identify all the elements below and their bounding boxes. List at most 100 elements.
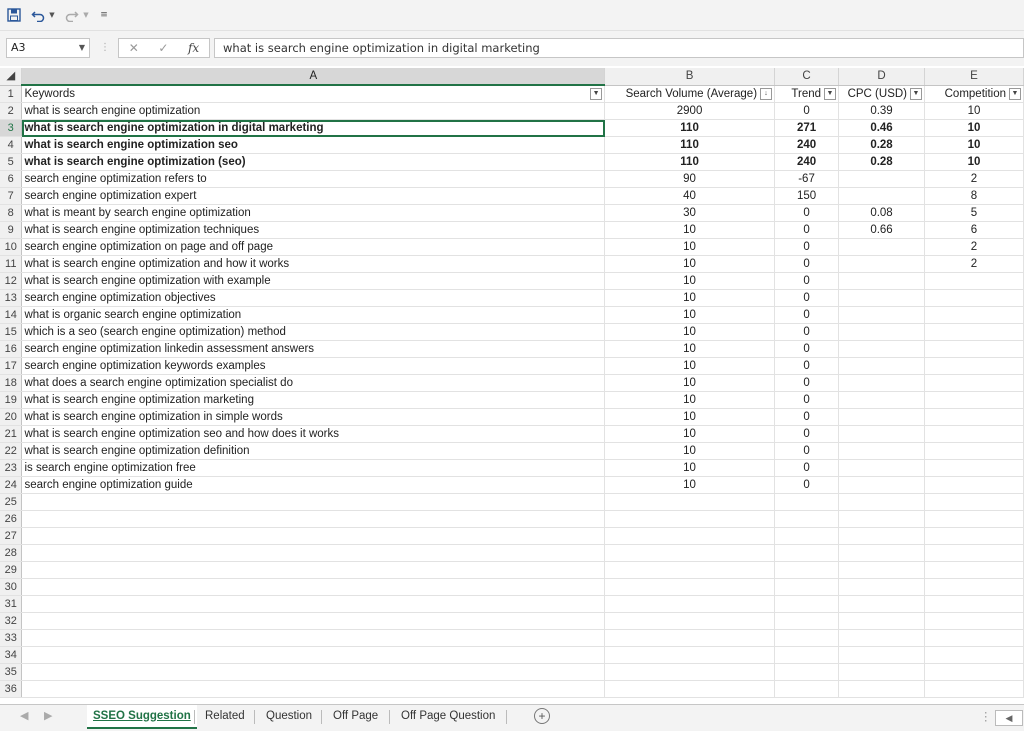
sheet-tab-sseo-suggestion[interactable]: SSEO Suggestion: [87, 705, 197, 729]
empty-cell[interactable]: [774, 544, 840, 562]
empty-cell[interactable]: [774, 578, 840, 596]
empty-cell[interactable]: [604, 578, 776, 596]
header-competition-cell[interactable]: Competition ▼: [924, 85, 1024, 103]
cpc-cell[interactable]: [838, 238, 925, 256]
trend-cell[interactable]: 0: [774, 425, 840, 443]
header-keywords-cell[interactable]: Keywords ▼: [21, 85, 606, 103]
empty-cell[interactable]: [838, 612, 925, 630]
trend-cell[interactable]: 0: [774, 459, 840, 477]
redo-dropdown-icon[interactable]: ▼: [82, 7, 90, 23]
search-volume-cell[interactable]: 10: [604, 408, 776, 426]
trend-cell[interactable]: 0: [774, 442, 840, 460]
sheet-tab-off-page-question[interactable]: Off Page Question: [395, 705, 501, 727]
keyword-cell[interactable]: search engine optimization on page and o…: [21, 238, 606, 256]
sheet-tab-related[interactable]: Related: [199, 705, 251, 727]
trend-cell[interactable]: 0: [774, 102, 840, 120]
keyword-cell[interactable]: which is a seo (search engine optimizati…: [21, 323, 606, 341]
empty-cell[interactable]: [924, 578, 1024, 596]
column-header-c[interactable]: C: [774, 68, 840, 86]
sort-descending-icon[interactable]: ↓: [760, 87, 773, 100]
cpc-cell[interactable]: [838, 357, 925, 375]
cpc-cell[interactable]: 0.28: [838, 136, 925, 154]
keyword-cell[interactable]: what is search engine optimization with …: [21, 272, 606, 290]
cpc-cell[interactable]: [838, 459, 925, 477]
empty-cell[interactable]: [604, 595, 776, 613]
row-header[interactable]: 10: [0, 238, 23, 256]
row-header[interactable]: 36: [0, 680, 23, 698]
empty-cell[interactable]: [21, 561, 606, 579]
empty-cell[interactable]: [838, 527, 925, 545]
row-header[interactable]: 3: [0, 119, 23, 137]
formula-input[interactable]: what is search engine optimization in di…: [214, 38, 1024, 58]
competition-cell[interactable]: 10: [924, 136, 1024, 154]
search-volume-cell[interactable]: 90: [604, 170, 776, 188]
empty-cell[interactable]: [924, 527, 1024, 545]
empty-cell[interactable]: [924, 663, 1024, 681]
cancel-icon[interactable]: ✕: [129, 41, 139, 55]
row-header[interactable]: 34: [0, 646, 23, 664]
empty-cell[interactable]: [774, 527, 840, 545]
competition-cell[interactable]: [924, 425, 1024, 443]
trend-cell[interactable]: 0: [774, 340, 840, 358]
cpc-cell[interactable]: 0.28: [838, 153, 925, 171]
row-header[interactable]: 19: [0, 391, 23, 409]
competition-cell[interactable]: [924, 408, 1024, 426]
competition-cell[interactable]: [924, 391, 1024, 409]
cpc-cell[interactable]: [838, 408, 925, 426]
trend-cell[interactable]: 0: [774, 476, 840, 494]
keyword-cell[interactable]: search engine optimization keywords exam…: [21, 357, 606, 375]
empty-cell[interactable]: [924, 646, 1024, 664]
empty-cell[interactable]: [21, 646, 606, 664]
empty-cell[interactable]: [21, 493, 606, 511]
empty-cell[interactable]: [838, 646, 925, 664]
search-volume-cell[interactable]: 10: [604, 357, 776, 375]
save-icon[interactable]: [6, 7, 22, 23]
row-header[interactable]: 14: [0, 306, 23, 324]
trend-cell[interactable]: 240: [774, 136, 840, 154]
trend-cell[interactable]: 0: [774, 272, 840, 290]
row-header[interactable]: 9: [0, 221, 23, 239]
competition-cell[interactable]: 2: [924, 170, 1024, 188]
empty-cell[interactable]: [774, 612, 840, 630]
trend-cell[interactable]: 0: [774, 408, 840, 426]
cpc-cell[interactable]: [838, 442, 925, 460]
row-header[interactable]: 5: [0, 153, 23, 171]
row-header[interactable]: 4: [0, 136, 23, 154]
filter-dropdown-icon[interactable]: ▼: [1009, 87, 1021, 100]
row-header[interactable]: 13: [0, 289, 23, 307]
cpc-cell[interactable]: [838, 170, 925, 188]
keyword-cell[interactable]: what is search engine optimization and h…: [21, 255, 606, 273]
trend-cell[interactable]: 0: [774, 374, 840, 392]
cpc-cell[interactable]: 0.39: [838, 102, 925, 120]
competition-cell[interactable]: [924, 476, 1024, 494]
sheet-tab-off-page[interactable]: Off Page: [327, 705, 384, 727]
trend-cell[interactable]: 0: [774, 289, 840, 307]
row-header[interactable]: 29: [0, 561, 23, 579]
empty-cell[interactable]: [21, 663, 606, 681]
cpc-cell[interactable]: 0.66: [838, 221, 925, 239]
row-header[interactable]: 6: [0, 170, 23, 188]
row-header[interactable]: 32: [0, 612, 23, 630]
keyword-cell[interactable]: what is search engine optimization in si…: [21, 408, 606, 426]
row-header[interactable]: 22: [0, 442, 23, 460]
keyword-cell[interactable]: what is search engine optimization defin…: [21, 442, 606, 460]
undo-dropdown-icon[interactable]: ▼: [48, 7, 56, 23]
search-volume-cell[interactable]: 10: [604, 221, 776, 239]
keyword-cell[interactable]: search engine optimization objectives: [21, 289, 606, 307]
cpc-cell[interactable]: [838, 340, 925, 358]
search-volume-cell[interactable]: 10: [604, 272, 776, 290]
empty-cell[interactable]: [604, 493, 776, 511]
cpc-cell[interactable]: [838, 323, 925, 341]
empty-cell[interactable]: [774, 629, 840, 647]
search-volume-cell[interactable]: 10: [604, 425, 776, 443]
enter-icon[interactable]: ✓: [158, 41, 168, 55]
empty-cell[interactable]: [774, 646, 840, 664]
empty-cell[interactable]: [21, 680, 606, 698]
keyword-cell[interactable]: what does a search engine optimization s…: [21, 374, 606, 392]
column-header-d[interactable]: D: [838, 68, 925, 86]
insert-function-icon[interactable]: fx: [188, 41, 199, 55]
empty-cell[interactable]: [604, 663, 776, 681]
row-header[interactable]: 27: [0, 527, 23, 545]
empty-cell[interactable]: [774, 663, 840, 681]
header-volume-cell[interactable]: Search Volume (Average) ↓: [604, 85, 776, 103]
